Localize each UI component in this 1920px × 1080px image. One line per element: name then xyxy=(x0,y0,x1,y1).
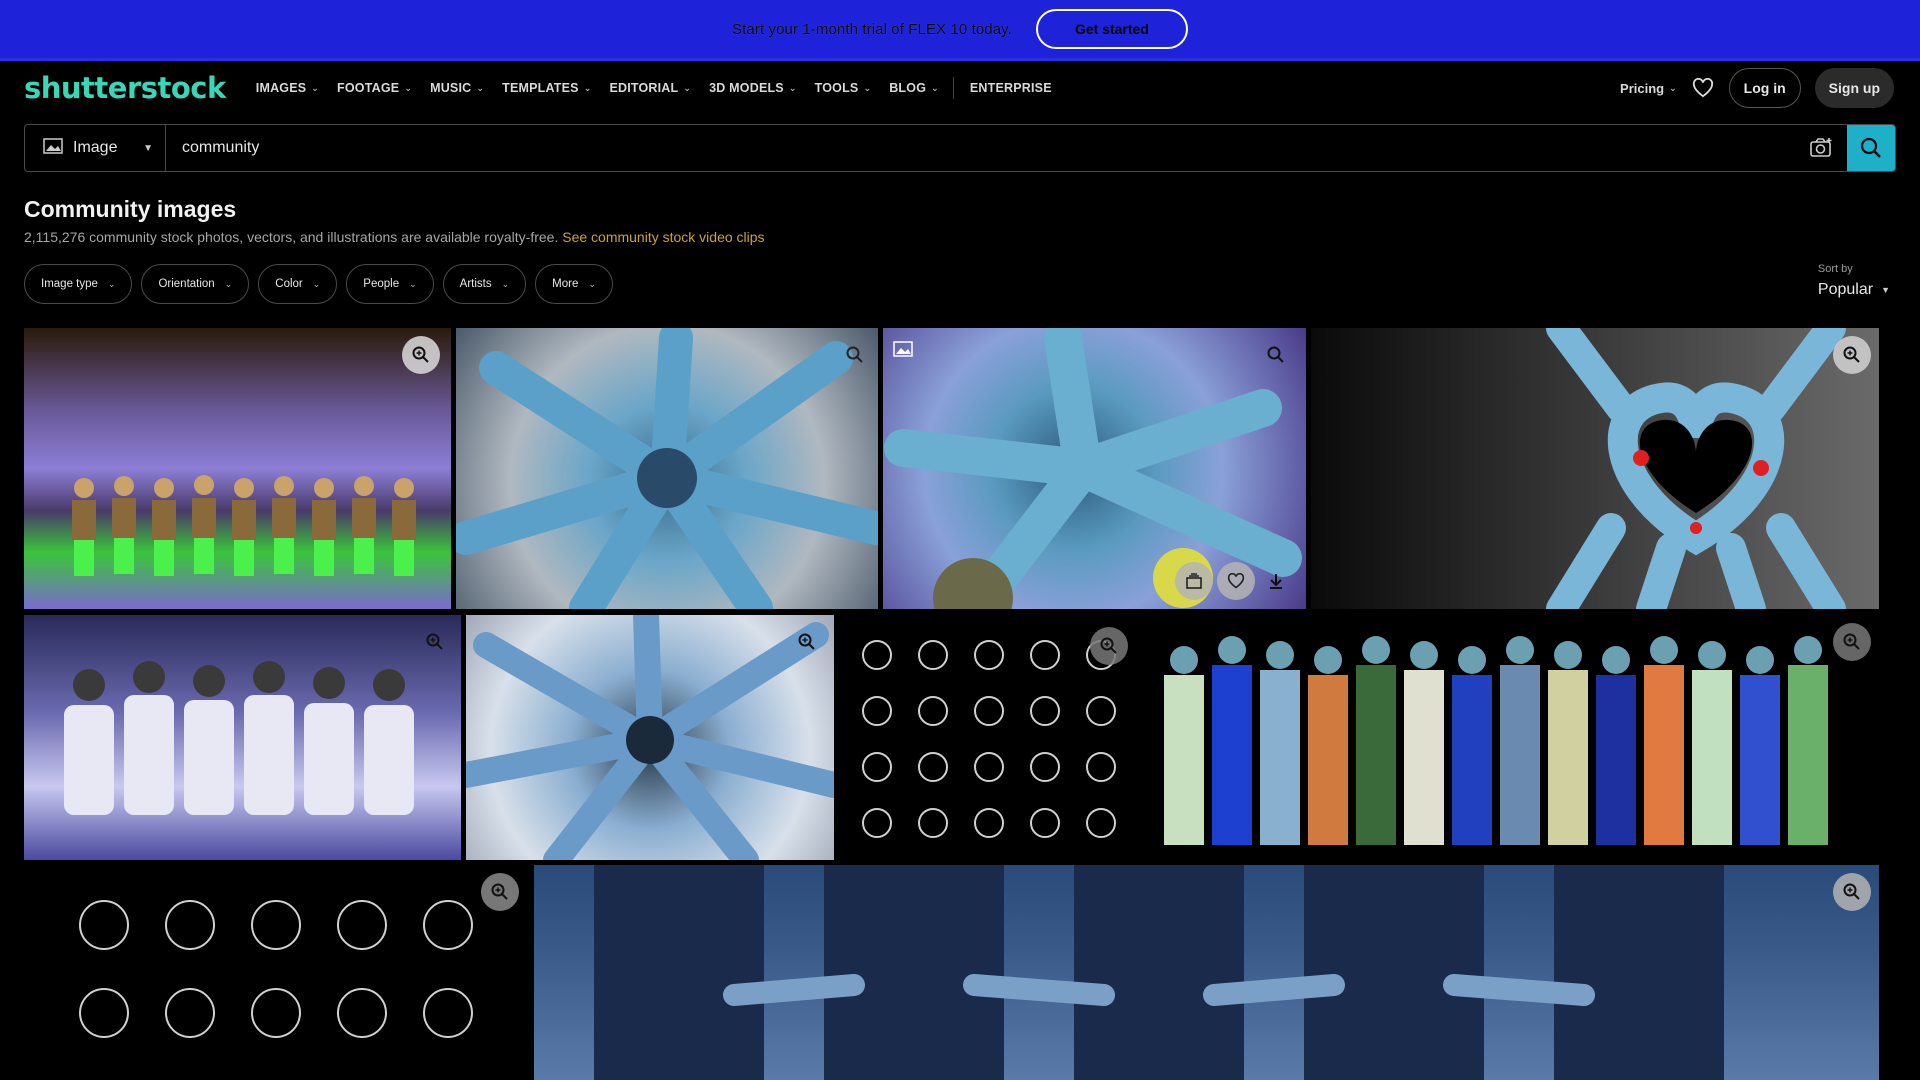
hands-circle-photo xyxy=(466,615,834,860)
image-tile[interactable] xyxy=(24,615,461,860)
camera-search-icon[interactable] xyxy=(1795,137,1847,159)
search-input[interactable] xyxy=(166,125,1795,171)
nav-enterprise[interactable]: ENTERPRISE xyxy=(970,81,1052,95)
nav-images[interactable]: IMAGES ⌄ xyxy=(256,81,319,95)
image-tile[interactable] xyxy=(883,328,1306,609)
favorites-heart-icon[interactable] xyxy=(1691,76,1715,100)
zoom-icon[interactable] xyxy=(481,873,519,911)
chevron-down-icon: ⌄ xyxy=(409,278,417,289)
search-type-label: Image xyxy=(73,139,118,156)
signup-button[interactable]: Sign up xyxy=(1814,68,1894,108)
nav-tools[interactable]: TOOLS ⌄ xyxy=(815,81,872,95)
chevron-down-icon: ⌄ xyxy=(683,82,692,93)
sort-label: Sort by xyxy=(1817,263,1853,275)
heart-hands-photo xyxy=(1546,328,1846,609)
chevron-down-icon: ⌄ xyxy=(224,278,233,289)
filter-more[interactable]: More ⌄ xyxy=(535,264,613,304)
chevron-down-icon: ⌄ xyxy=(312,278,321,289)
zoom-icon[interactable] xyxy=(836,336,874,374)
filter-people[interactable]: People ⌄ xyxy=(346,264,434,304)
filter-artists[interactable]: Artists ⌄ xyxy=(442,264,527,304)
diverse-crowd-illustration xyxy=(1164,636,1828,845)
get-started-button[interactable]: Get started xyxy=(1035,9,1188,49)
image-tile[interactable] xyxy=(24,328,451,609)
download-icon[interactable] xyxy=(1257,562,1295,600)
people-group-photo xyxy=(72,475,416,576)
image-tile[interactable] xyxy=(534,865,1879,1080)
like-heart-icon[interactable] xyxy=(1217,562,1255,600)
pricing-menu[interactable]: Pricing ⌄ xyxy=(1620,81,1677,96)
search-bar: Image ▼ xyxy=(24,124,1896,172)
image-tile[interactable] xyxy=(1134,615,1879,860)
header-actions: Pricing ⌄ Log in Sign up xyxy=(1620,68,1896,108)
chevron-down-icon: ⌄ xyxy=(107,278,116,289)
image-tile[interactable] xyxy=(24,865,529,1080)
image-tile[interactable] xyxy=(466,615,834,860)
chevron-down-icon: ⌄ xyxy=(583,82,592,93)
zoom-icon[interactable] xyxy=(1833,336,1871,374)
nav-divider xyxy=(952,77,954,99)
community-icon-set xyxy=(862,640,1116,838)
chevron-down-icon: ⌄ xyxy=(931,82,939,93)
promo-banner: Start your 1-month trial of FLEX 10 toda… xyxy=(0,0,1920,58)
zoom-icon[interactable] xyxy=(1833,873,1871,911)
nav-blog[interactable]: BLOG ⌄ xyxy=(889,81,939,95)
nav-templates[interactable]: TEMPLATES ⌄ xyxy=(502,81,591,95)
zoom-icon[interactable] xyxy=(1833,623,1871,661)
add-to-collection-icon[interactable] xyxy=(1175,562,1213,600)
page-title: Community images xyxy=(24,196,237,222)
image-tile[interactable] xyxy=(456,328,878,609)
filter-color[interactable]: Color ⌄ xyxy=(258,264,338,304)
friends-embracing-photo xyxy=(64,661,414,815)
nav-editorial[interactable]: EDITORIAL ⌄ xyxy=(609,81,691,95)
nav-3d-models[interactable]: 3D MODELS ⌄ xyxy=(709,81,796,95)
image-icon xyxy=(43,137,63,160)
caret-down-icon: ▼ xyxy=(1881,285,1890,295)
chevron-down-icon: ⌄ xyxy=(1669,82,1677,93)
zoom-icon[interactable] xyxy=(402,336,440,374)
video-clips-link[interactable]: See community stock video clips xyxy=(562,229,764,245)
filter-orientation[interactable]: Orientation ⌄ xyxy=(141,264,250,304)
image-type-icon xyxy=(893,340,913,363)
login-button[interactable]: Log in xyxy=(1728,68,1801,108)
results-count-text: 2,115,276 community stock photos, vector… xyxy=(24,229,559,245)
search-button[interactable] xyxy=(1847,125,1895,171)
people-holding-hands-photo xyxy=(594,865,1724,1080)
zoom-icon[interactable] xyxy=(1090,627,1128,665)
promo-text: Start your 1-month trial of FLEX 10 toda… xyxy=(732,20,1012,38)
caret-down-icon: ▼ xyxy=(143,142,153,154)
chevron-down-icon: ⌄ xyxy=(863,82,872,93)
filter-bar: Image type ⌄ Orientation ⌄ Color ⌄ People ⌄ … xyxy=(24,264,613,304)
results-summary: 2,115,276 community stock photos, vector… xyxy=(24,229,765,245)
chevron-down-icon: ⌄ xyxy=(476,82,485,93)
chevron-down-icon: ⌄ xyxy=(311,82,320,93)
chevron-down-icon: ⌄ xyxy=(588,278,596,289)
image-tile[interactable] xyxy=(839,615,1129,860)
main-header: shutterstock IMAGES ⌄ FOOTAGE ⌄ MUSIC ⌄ TEM… xyxy=(0,61,1920,115)
sort-select[interactable]: Sort by Popular ▼ xyxy=(1818,263,1890,299)
filter-image-type[interactable]: Image type ⌄ xyxy=(24,264,133,304)
search-icon xyxy=(1860,137,1881,158)
charity-icon-set xyxy=(79,900,473,1038)
logo[interactable]: shutterstock xyxy=(24,71,226,105)
chevron-down-icon: ⌄ xyxy=(404,82,413,93)
image-tile[interactable] xyxy=(1311,328,1879,609)
main-nav: IMAGES ⌄ FOOTAGE ⌄ MUSIC ⌄ TEMPLATES ⌄ EDITO… xyxy=(256,77,1070,99)
sort-value: Popular ▼ xyxy=(1817,281,1890,298)
nav-music[interactable]: MUSIC ⌄ xyxy=(430,81,484,95)
chevron-down-icon: ⌄ xyxy=(788,82,797,93)
zoom-icon[interactable] xyxy=(788,623,826,661)
stacked-hands-photo xyxy=(456,328,878,609)
zoom-icon[interactable] xyxy=(416,623,454,661)
chevron-down-icon: ⌄ xyxy=(501,278,510,289)
nav-footage[interactable]: FOOTAGE ⌄ xyxy=(337,81,412,95)
search-type-select[interactable]: Image ▼ xyxy=(25,125,166,171)
zoom-icon[interactable] xyxy=(1257,336,1295,374)
